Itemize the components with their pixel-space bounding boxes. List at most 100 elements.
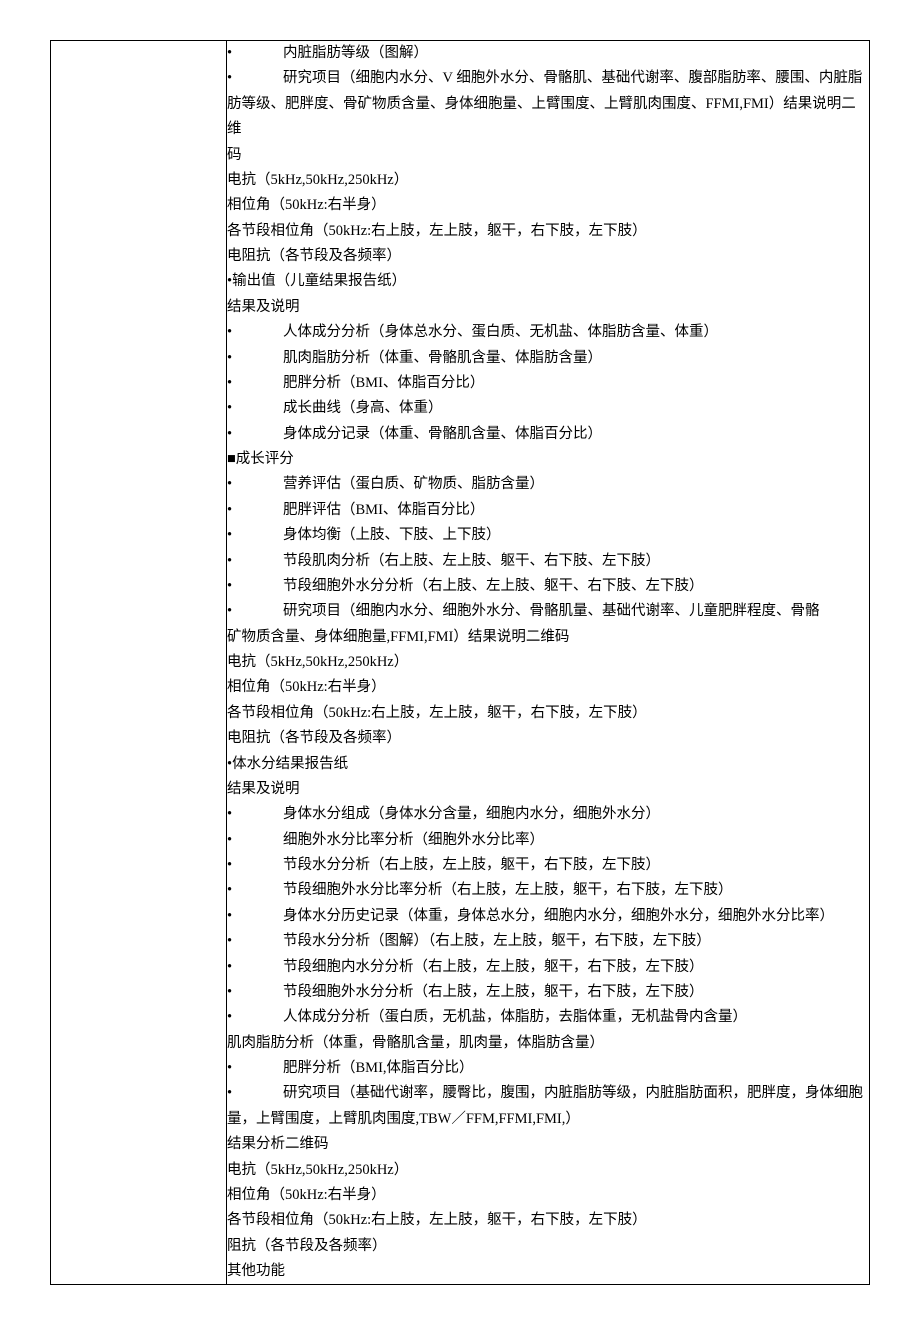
bullet-icon <box>227 1056 283 1081</box>
bullet-icon <box>227 955 283 980</box>
text-line: 电抗（5kHz,50kHz,250kHz） <box>227 168 869 193</box>
bullet-icon <box>227 599 283 624</box>
text-line: 各节段相位角（50kHz:右上肢，左上肢，躯干，右下肢，左下肢） <box>227 219 869 244</box>
bullet-icon <box>227 828 283 853</box>
text: 人体成分分析（蛋白质，无机盐，体脂肪，去脂体重，无机盐骨内含量） <box>283 1009 747 1025</box>
list-item: 成长曲线（身高、体重） <box>227 396 869 421</box>
text: 节段细胞外水分分析（右上肢、左上肢、躯干、右下肢、左下肢） <box>283 578 704 594</box>
text: 节段水分分析（右上肢，左上肢，躯干，右下肢，左下肢） <box>283 857 660 873</box>
text-continuation: 码 <box>227 143 869 168</box>
list-item: 节段细胞外水分比率分析（右上肢，左上肢，躯干，右下肢，左下肢） <box>227 878 869 903</box>
text: 节段肌肉分析（右上肢、左上肢、躯干、右下肢、左下肢） <box>283 553 660 569</box>
square-icon <box>227 451 236 467</box>
text: 身体水分组成（身体水分含量，细胞内水分，细胞外水分） <box>283 806 660 822</box>
bullet-icon <box>227 66 283 91</box>
text-line: 结果分析二维码 <box>227 1132 869 1157</box>
bullet-icon <box>227 549 283 574</box>
list-item: 研究项目（基础代谢率，腰臀比，腹围，内脏脂肪等级，内脏脂肪面积，肥胖度，身体细胞 <box>227 1081 869 1106</box>
section-heading: 成长评分 <box>227 447 869 472</box>
text: 身体水分历史记录（体重，身体总水分，细胞内水分，细胞外水分，细胞外水分比率） <box>283 908 834 924</box>
text-continuation: 矿物质含量、身体细胞量,FFMI,FMI）结果说明二维码 <box>227 625 869 650</box>
bullet-icon <box>227 396 283 421</box>
bullet-icon <box>227 980 283 1005</box>
text-line: 电抗（5kHz,50kHz,250kHz） <box>227 1158 869 1183</box>
text: 营养评估（蛋白质、矿物质、脂肪含量） <box>283 476 544 492</box>
list-item: 人体成分分析（身体总水分、蛋白质、无机盐、体脂肪含量、体重） <box>227 320 869 345</box>
text: 节段细胞内水分分析（右上肢，左上肢，躯干，右下肢，左下肢） <box>283 959 704 975</box>
list-item: 研究项目（细胞内水分、细胞外水分、骨骼肌量、基础代谢率、儿童肥胖程度、骨骼 <box>227 599 869 624</box>
bullet-icon <box>227 878 283 903</box>
list-item: 细胞外水分比率分析（细胞外水分比率） <box>227 828 869 853</box>
text-line: 结果及说明 <box>227 295 869 320</box>
list-item: 身体水分历史记录（体重，身体总水分，细胞内水分，细胞外水分，细胞外水分比率） <box>227 904 869 929</box>
list-item: 肥胖分析（BMI、体脂百分比） <box>227 371 869 396</box>
bullet-icon <box>227 1081 283 1106</box>
text: 内脏脂肪等级（图解） <box>283 45 428 61</box>
text: 肥胖分析（BMI,体脂百分比） <box>283 1060 474 1076</box>
bullet-icon <box>227 41 283 66</box>
bullet-icon <box>227 574 283 599</box>
right-column: 内脏脂肪等级（图解） 研究项目（细胞内水分、V 细胞外水分、骨骼肌、基础代谢率、… <box>227 41 870 1285</box>
text: 研究项目（细胞内水分、V 细胞外水分、骨骼肌、基础代谢率、腹部脂肪率、腰围、内脏… <box>283 70 862 86</box>
bullet-icon <box>227 523 283 548</box>
text-line: •体水分结果报告纸 <box>227 752 869 777</box>
list-item: 身体均衡（上肢、下肢、上下肢） <box>227 523 869 548</box>
bullet-icon <box>227 472 283 497</box>
bullet-icon <box>227 929 283 954</box>
page: 内脏脂肪等级（图解） 研究项目（细胞内水分、V 细胞外水分、骨骼肌、基础代谢率、… <box>0 0 920 1325</box>
text-line: 结果及说明 <box>227 777 869 802</box>
text: 身体成分记录（体重、骨骼肌含量、体脂百分比） <box>283 426 602 442</box>
text: 肌肉脂肪分析（体重、骨骼肌含量、体脂肪含量） <box>283 350 602 366</box>
bullet-icon <box>227 1005 283 1030</box>
list-item: 节段水分分析（右上肢，左上肢，躯干，右下肢，左下肢） <box>227 853 869 878</box>
bullet-icon <box>227 802 283 827</box>
text-continuation: 肪等级、肥胖度、骨矿物质含量、身体细胞量、上臂围度、上臂肌肉围度、FFMI,FM… <box>227 92 869 143</box>
list-item: 节段细胞外水分分析（右上肢、左上肢、躯干、右下肢、左下肢） <box>227 574 869 599</box>
text-line: 电抗（5kHz,50kHz,250kHz） <box>227 650 869 675</box>
list-item: 肥胖分析（BMI,体脂百分比） <box>227 1056 869 1081</box>
text-line: 肌肉脂肪分析（体重，骨骼肌含量，肌肉量，体脂肪含量） <box>227 1031 869 1056</box>
text-line: 电阻抗（各节段及各频率） <box>227 244 869 269</box>
list-item: 节段水分分析（图解）（右上肢，左上肢，躯干，右下肢，左下肢） <box>227 929 869 954</box>
text: 节段细胞外水分分析（右上肢，左上肢，躯干，右下肢，左下肢） <box>283 984 704 1000</box>
text-line: 电阻抗（各节段及各频率） <box>227 726 869 751</box>
text: 身体均衡（上肢、下肢、上下肢） <box>283 527 501 543</box>
list-item: 身体水分组成（身体水分含量，细胞内水分，细胞外水分） <box>227 802 869 827</box>
list-item: 研究项目（细胞内水分、V 细胞外水分、骨骼肌、基础代谢率、腹部脂肪率、腰围、内脏… <box>227 66 869 91</box>
bullet-icon <box>227 498 283 523</box>
spec-table: 内脏脂肪等级（图解） 研究项目（细胞内水分、V 细胞外水分、骨骼肌、基础代谢率、… <box>50 40 870 1285</box>
bullet-icon <box>227 904 283 929</box>
text: 成长评分 <box>236 451 294 467</box>
text: 人体成分分析（身体总水分、蛋白质、无机盐、体脂肪含量、体重） <box>283 324 718 340</box>
list-item: 节段细胞外水分分析（右上肢，左上肢，躯干，右下肢，左下肢） <box>227 980 869 1005</box>
text-line: 各节段相位角（50kHz:右上肢，左上肢，躯干，右下肢，左下肢） <box>227 1208 869 1233</box>
bullet-icon <box>227 320 283 345</box>
list-item: 肥胖评估（BMI、体脂百分比） <box>227 498 869 523</box>
text-line: 相位角（50kHz:右半身） <box>227 193 869 218</box>
text-line: 阻抗（各节段及各频率） <box>227 1234 869 1259</box>
text: 研究项目（细胞内水分、细胞外水分、骨骼肌量、基础代谢率、儿童肥胖程度、骨骼 <box>283 603 820 619</box>
bullet-icon <box>227 371 283 396</box>
text-line: •输出值（儿童结果报告纸） <box>227 269 869 294</box>
bullet-icon <box>227 422 283 447</box>
list-item: 节段细胞内水分分析（右上肢，左上肢，躯干，右下肢，左下肢） <box>227 955 869 980</box>
text-line: 相位角（50kHz:右半身） <box>227 1183 869 1208</box>
text: 肥胖分析（BMI、体脂百分比） <box>283 375 484 391</box>
list-item: 人体成分分析（蛋白质，无机盐，体脂肪，去脂体重，无机盐骨内含量） <box>227 1005 869 1030</box>
list-item: 节段肌肉分析（右上肢、左上肢、躯干、右下肢、左下肢） <box>227 549 869 574</box>
text-line: 其他功能 <box>227 1259 869 1284</box>
list-item: 身体成分记录（体重、骨骼肌含量、体脂百分比） <box>227 422 869 447</box>
text: 节段水分分析（图解）（右上肢，左上肢，躯干，右下肢，左下肢） <box>283 933 711 949</box>
text-line: 相位角（50kHz:右半身） <box>227 675 869 700</box>
list-item: 内脏脂肪等级（图解） <box>227 41 869 66</box>
text: 研究项目（基础代谢率，腰臀比，腹围，内脏脂肪等级，内脏脂肪面积，肥胖度，身体细胞 <box>283 1085 863 1101</box>
bullet-icon <box>227 346 283 371</box>
list-item: 营养评估（蛋白质、矿物质、脂肪含量） <box>227 472 869 497</box>
left-column <box>51 41 227 1285</box>
text-line: 各节段相位角（50kHz:右上肢，左上肢，躯干，右下肢，左下肢） <box>227 701 869 726</box>
text-continuation: 量，上臂围度，上臂肌肉围度,TBW／FFM,FFMI,FMI,） <box>227 1107 869 1132</box>
list-item: 肌肉脂肪分析（体重、骨骼肌含量、体脂肪含量） <box>227 346 869 371</box>
text: 成长曲线（身高、体重） <box>283 400 443 416</box>
text: 肥胖评估（BMI、体脂百分比） <box>283 502 484 518</box>
text: 细胞外水分比率分析（细胞外水分比率） <box>283 832 544 848</box>
